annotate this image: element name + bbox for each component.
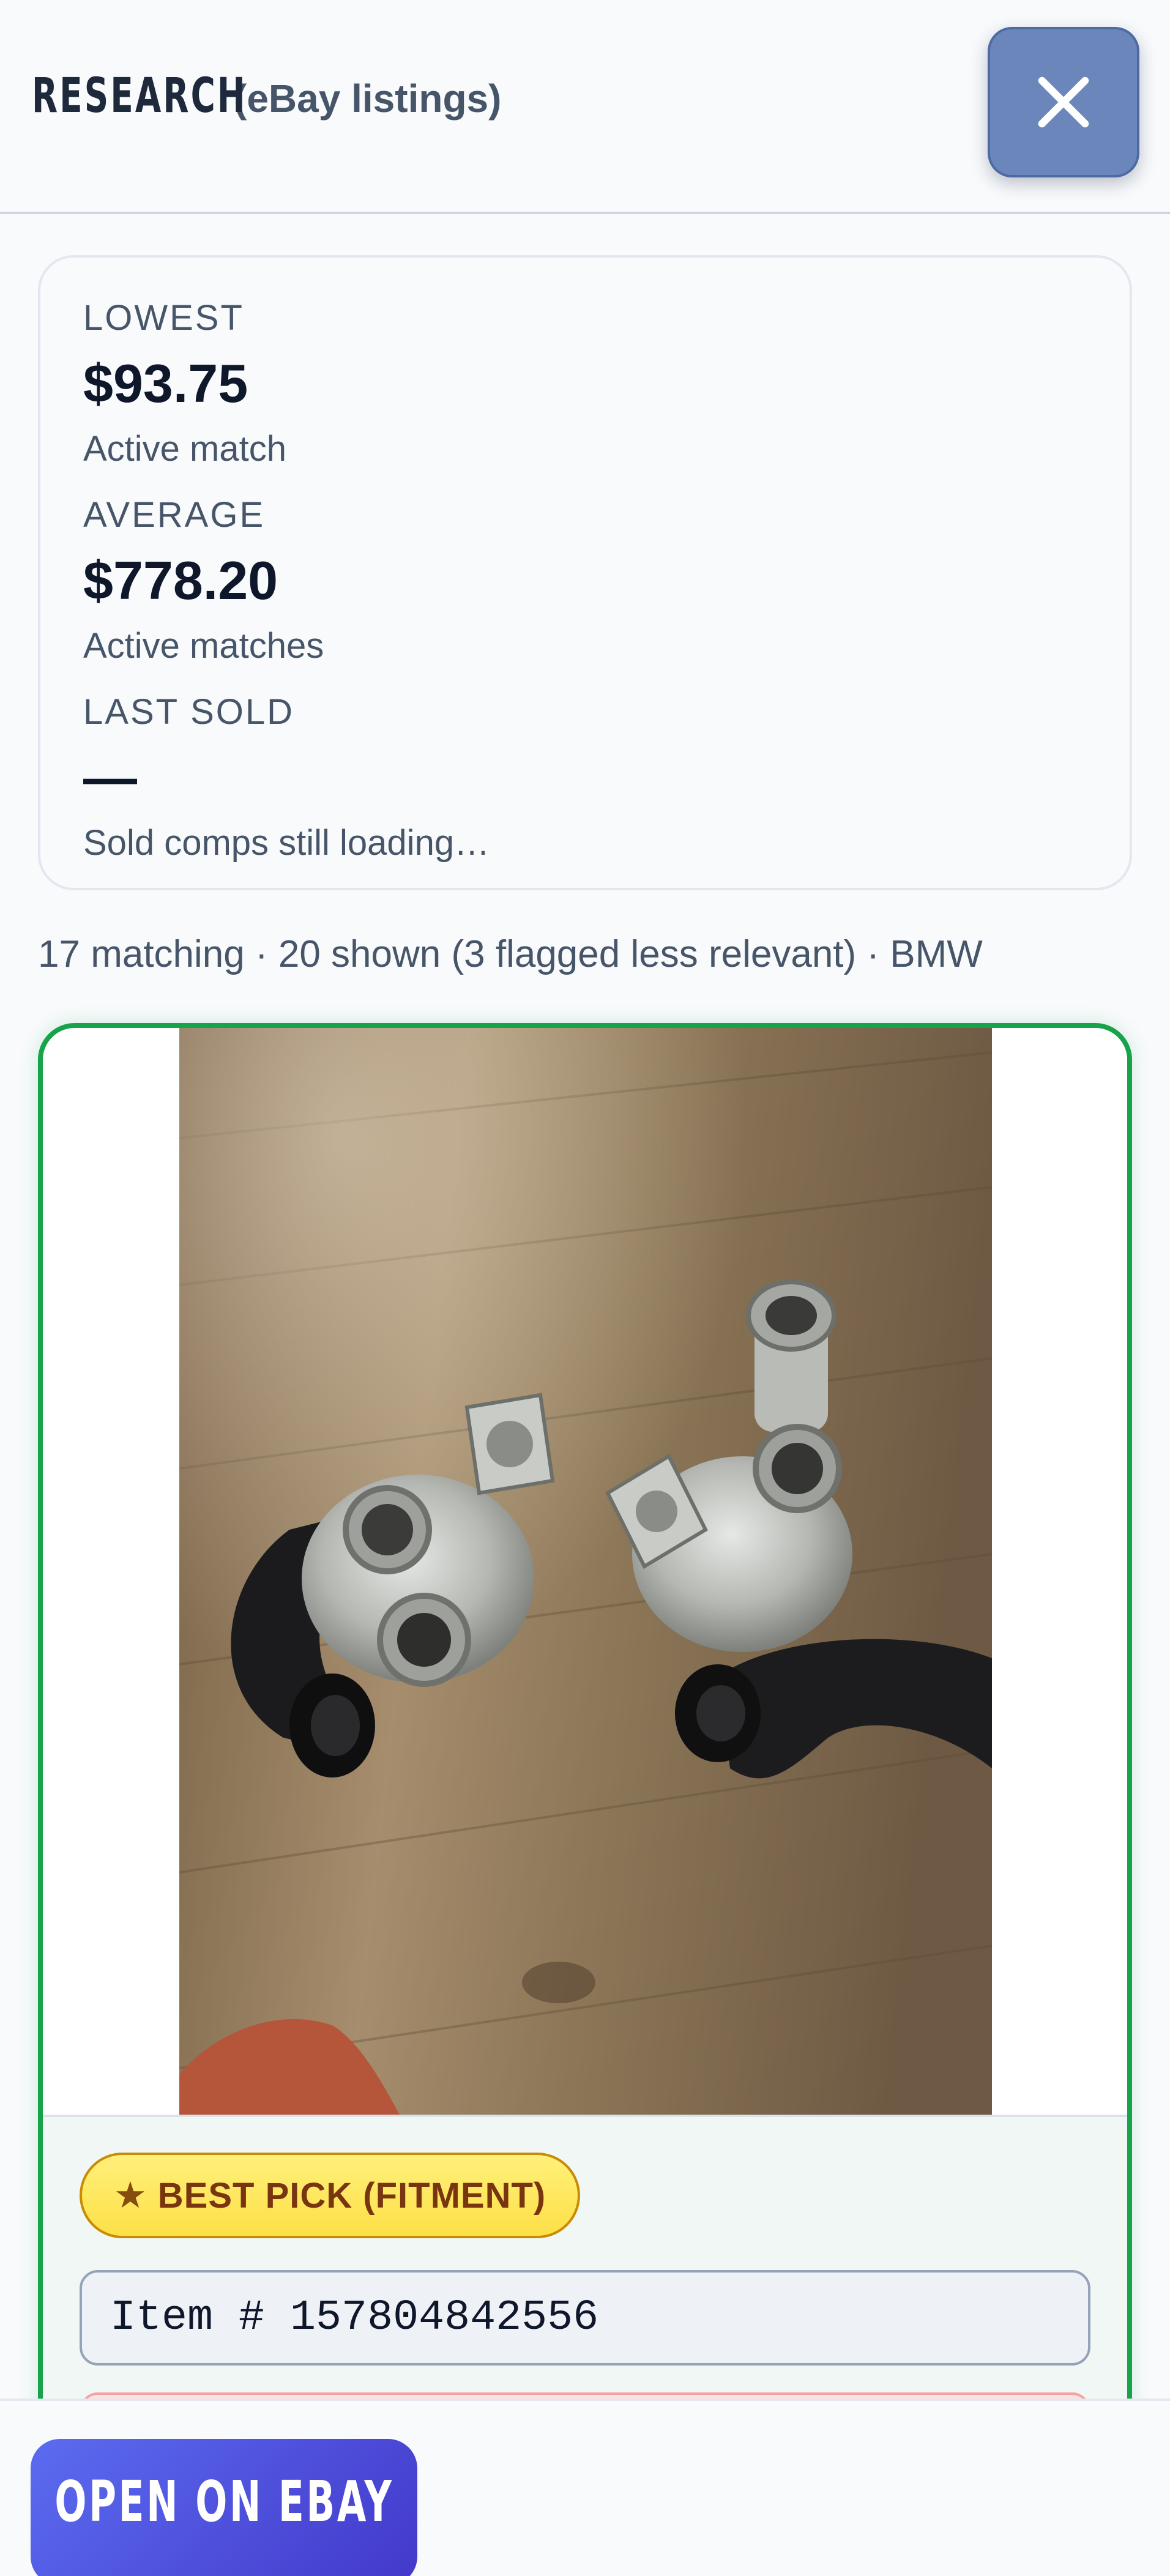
stat-lowest-note: Active match (83, 429, 286, 469)
stat-lowest-value: $93.75 (83, 353, 248, 414)
header-title: RESEARCH (eBay listings) (32, 69, 501, 124)
stat-last-sold-label: LAST SOLD (83, 692, 295, 732)
item-number: Item # 157804842556 (110, 2293, 599, 2342)
open-on-ebay-button[interactable]: OPEN ON EBAY (31, 2439, 417, 2576)
stat-last-sold-value: — (83, 747, 137, 808)
listing-photo-area[interactable] (43, 1028, 1127, 2117)
close-icon (1038, 76, 1089, 128)
open-on-ebay-label: OPEN ON EBAY (54, 2468, 394, 2534)
results-summary: 17 matching · 20 shown (3 flagged less r… (38, 933, 983, 975)
star-icon: ★ (114, 2175, 147, 2216)
listing-photo (179, 1028, 992, 2115)
item-number-field[interactable]: Item # 157804842556 (80, 2270, 1090, 2366)
stat-average: AVERAGE $778.20 Active matches (83, 497, 324, 664)
stat-average-label: AVERAGE (83, 495, 266, 535)
stat-average-note: Active matches (83, 626, 324, 666)
research-header: RESEARCH (eBay listings) (0, 0, 1170, 214)
research-title: RESEARCH (32, 69, 247, 124)
close-button[interactable] (988, 27, 1139, 177)
bottom-action-bar: OPEN ON EBAY (0, 2399, 1170, 2576)
stat-lowest: LOWEST $93.75 Active match (83, 300, 286, 467)
best-pick-label: BEST PICK (FITMENT) (157, 2175, 546, 2216)
price-stats-card: LOWEST $93.75 Active match AVERAGE $778.… (38, 255, 1132, 890)
stat-last-sold-note: Sold comps still loading… (83, 823, 490, 863)
listing-card-best-pick[interactable]: ★ BEST PICK (FITMENT) Item # 15780484255… (38, 1023, 1132, 2576)
stat-lowest-label: LOWEST (83, 298, 244, 338)
stat-last-sold: LAST SOLD — Sold comps still loading… (83, 694, 490, 861)
research-subtitle: (eBay listings) (234, 76, 502, 121)
stat-average-value: $778.20 (83, 550, 278, 611)
best-pick-badge: ★ BEST PICK (FITMENT) (80, 2153, 581, 2238)
